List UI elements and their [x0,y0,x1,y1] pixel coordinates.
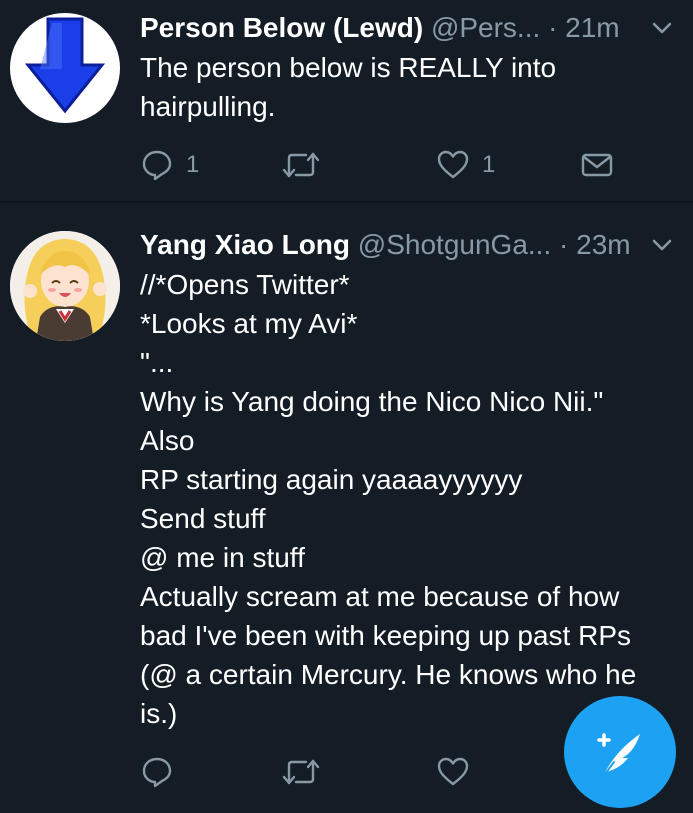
blue-down-arrow-icon [24,17,106,114]
anime-character-avatar-icon [10,231,120,341]
tweet-text-line: Why is Yang doing the Nico Nico Nii." [140,386,604,417]
user-handle[interactable]: @Pers... [431,12,540,43]
heart-icon [437,757,469,786]
tweet-text-line: hairpulling. [140,91,276,122]
compose-feather-icon [597,733,640,779]
reply-icon [142,150,172,181]
heart-icon [437,150,469,179]
tweet-actions: 1 1 [140,145,640,185]
retweet-button[interactable] [282,752,332,792]
tweet-text-line: RP starting again yaaaayyyyyy [140,464,523,495]
like-count: 1 [482,151,496,178]
direct-message-button[interactable] [580,145,614,185]
user-handle[interactable]: @ShotgunGa... [358,229,551,260]
tweet-text-line: The person below is REALLY into [140,52,557,83]
chevron-down-icon[interactable] [651,20,673,36]
reply-button[interactable]: 1 [140,145,199,185]
avatar[interactable] [10,231,120,341]
display-name[interactable]: Person Below (Lewd) [140,12,423,43]
tweet-text-line: //*Opens Twitter* [140,269,350,300]
tweet-text-line: Actually scream at me because of how [140,581,620,612]
avatar[interactable] [10,13,120,123]
like-button[interactable] [436,752,482,792]
tweet-text: //*Opens Twitter* *Looks at my Avi* "...… [140,265,675,733]
reply-icon [142,757,172,788]
compose-tweet-button[interactable] [564,696,676,808]
chevron-down-icon[interactable] [651,237,673,253]
tweet-text-line: "... [140,347,174,378]
tweet-text-line: @ me in stuff [140,542,305,573]
tweet-header: Yang Xiao Long @ShotgunGa... · 23m [140,225,673,265]
timestamp[interactable]: · 23m [559,229,631,260]
tweet[interactable]: Person Below (Lewd) @Pers... · 21m The p… [0,0,693,201]
display-name[interactable]: Yang Xiao Long [140,229,350,260]
timestamp[interactable]: · 21m [548,12,620,43]
retweet-icon [282,152,320,178]
envelope-icon [581,153,613,177]
tweet-header: Person Below (Lewd) @Pers... · 21m [140,8,673,48]
tweet-text-line: (@ a certain Mercury. He knows who he [140,659,637,690]
reply-button[interactable] [140,752,186,792]
tweet-text-line: Also [140,425,195,456]
reply-count: 1 [186,151,200,178]
tweet-text-line: Send stuff [140,503,266,534]
retweet-button[interactable] [282,145,332,185]
retweet-icon [282,759,320,785]
tweet-text-line: bad I've been with keeping up past RPs [140,620,631,651]
tweet-text-line: *Looks at my Avi* [140,308,358,339]
tweet-text: The person below is REALLY into hairpull… [140,48,675,126]
like-button[interactable]: 1 [436,145,495,185]
